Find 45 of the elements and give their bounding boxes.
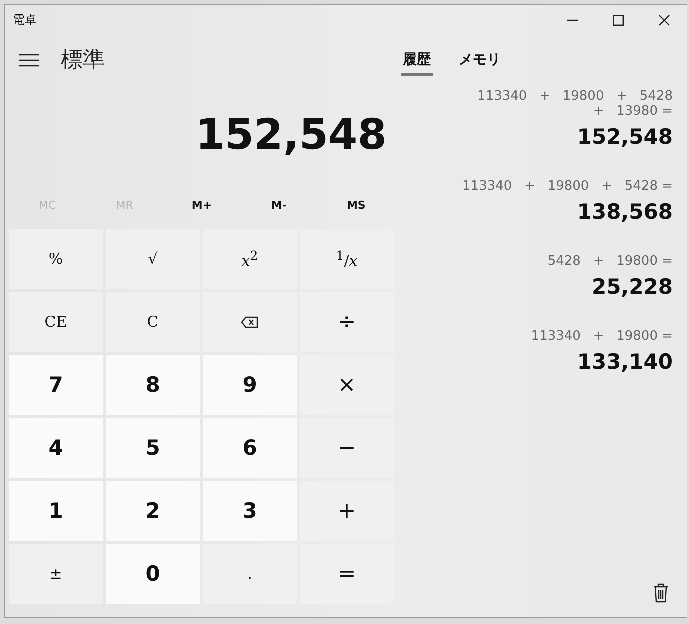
digit-key[interactable]: 9 bbox=[203, 355, 297, 415]
operator-key[interactable]: ÷ bbox=[300, 292, 394, 352]
history-result[interactable]: 133,140 bbox=[577, 350, 673, 374]
function-key[interactable]: ± bbox=[9, 544, 103, 604]
history-expression: 113340 + 19800 = bbox=[531, 329, 673, 344]
close-icon bbox=[658, 14, 670, 26]
history-result[interactable]: 138,568 bbox=[577, 200, 673, 224]
operator-key[interactable]: = bbox=[300, 544, 394, 604]
function-key[interactable]: CE bbox=[9, 292, 103, 352]
digit-key[interactable]: 7 bbox=[9, 355, 103, 415]
digit-key[interactable]: 3 bbox=[203, 481, 297, 541]
memory-button[interactable]: M- bbox=[265, 194, 293, 216]
backspace-icon bbox=[241, 316, 259, 328]
tab[interactable]: 履歴 bbox=[401, 44, 433, 76]
operator-key[interactable]: + bbox=[300, 481, 394, 541]
function-key[interactable]: C bbox=[106, 292, 200, 352]
menu-icon bbox=[19, 54, 39, 66]
history-result[interactable]: 152,548 bbox=[577, 125, 673, 149]
digit-key[interactable]: 5 bbox=[106, 418, 200, 478]
maximize-icon bbox=[612, 14, 624, 26]
menu-button[interactable] bbox=[19, 54, 39, 66]
history-result[interactable]: 25,228 bbox=[592, 275, 673, 299]
mode-title: 標準 bbox=[61, 47, 105, 75]
window-title: 電卓 bbox=[13, 12, 38, 28]
history-expression: 113340 + 19800 + 5428 = bbox=[462, 179, 673, 194]
function-key[interactable]: √ bbox=[106, 229, 200, 289]
operator-key[interactable]: − bbox=[300, 418, 394, 478]
tab[interactable]: メモリ bbox=[457, 44, 503, 76]
function-key[interactable]: $^{1}$/x bbox=[300, 229, 394, 289]
display-value: 152,548 bbox=[196, 110, 387, 158]
operator-key[interactable]: × bbox=[300, 355, 394, 415]
digit-key[interactable]: 1 bbox=[9, 481, 103, 541]
digit-key[interactable]: 6 bbox=[203, 418, 297, 478]
digit-key[interactable]: 4 bbox=[9, 418, 103, 478]
trash-icon bbox=[653, 583, 669, 603]
digit-key[interactable]: 8 bbox=[106, 355, 200, 415]
memory-button[interactable]: MS bbox=[340, 194, 372, 216]
function-key[interactable]: . bbox=[203, 544, 297, 604]
function-key[interactable]: x$^{2}$ bbox=[203, 229, 297, 289]
history-expression: 113340 + 19800 + 5428 + 13980 = bbox=[476, 89, 673, 119]
function-key[interactable]: % bbox=[9, 229, 103, 289]
history-expression: 5428 + 19800 = bbox=[548, 254, 673, 269]
memory-button[interactable]: M+ bbox=[186, 194, 218, 216]
digit-key[interactable]: 2 bbox=[106, 481, 200, 541]
digit-key[interactable]: 0 bbox=[106, 544, 200, 604]
